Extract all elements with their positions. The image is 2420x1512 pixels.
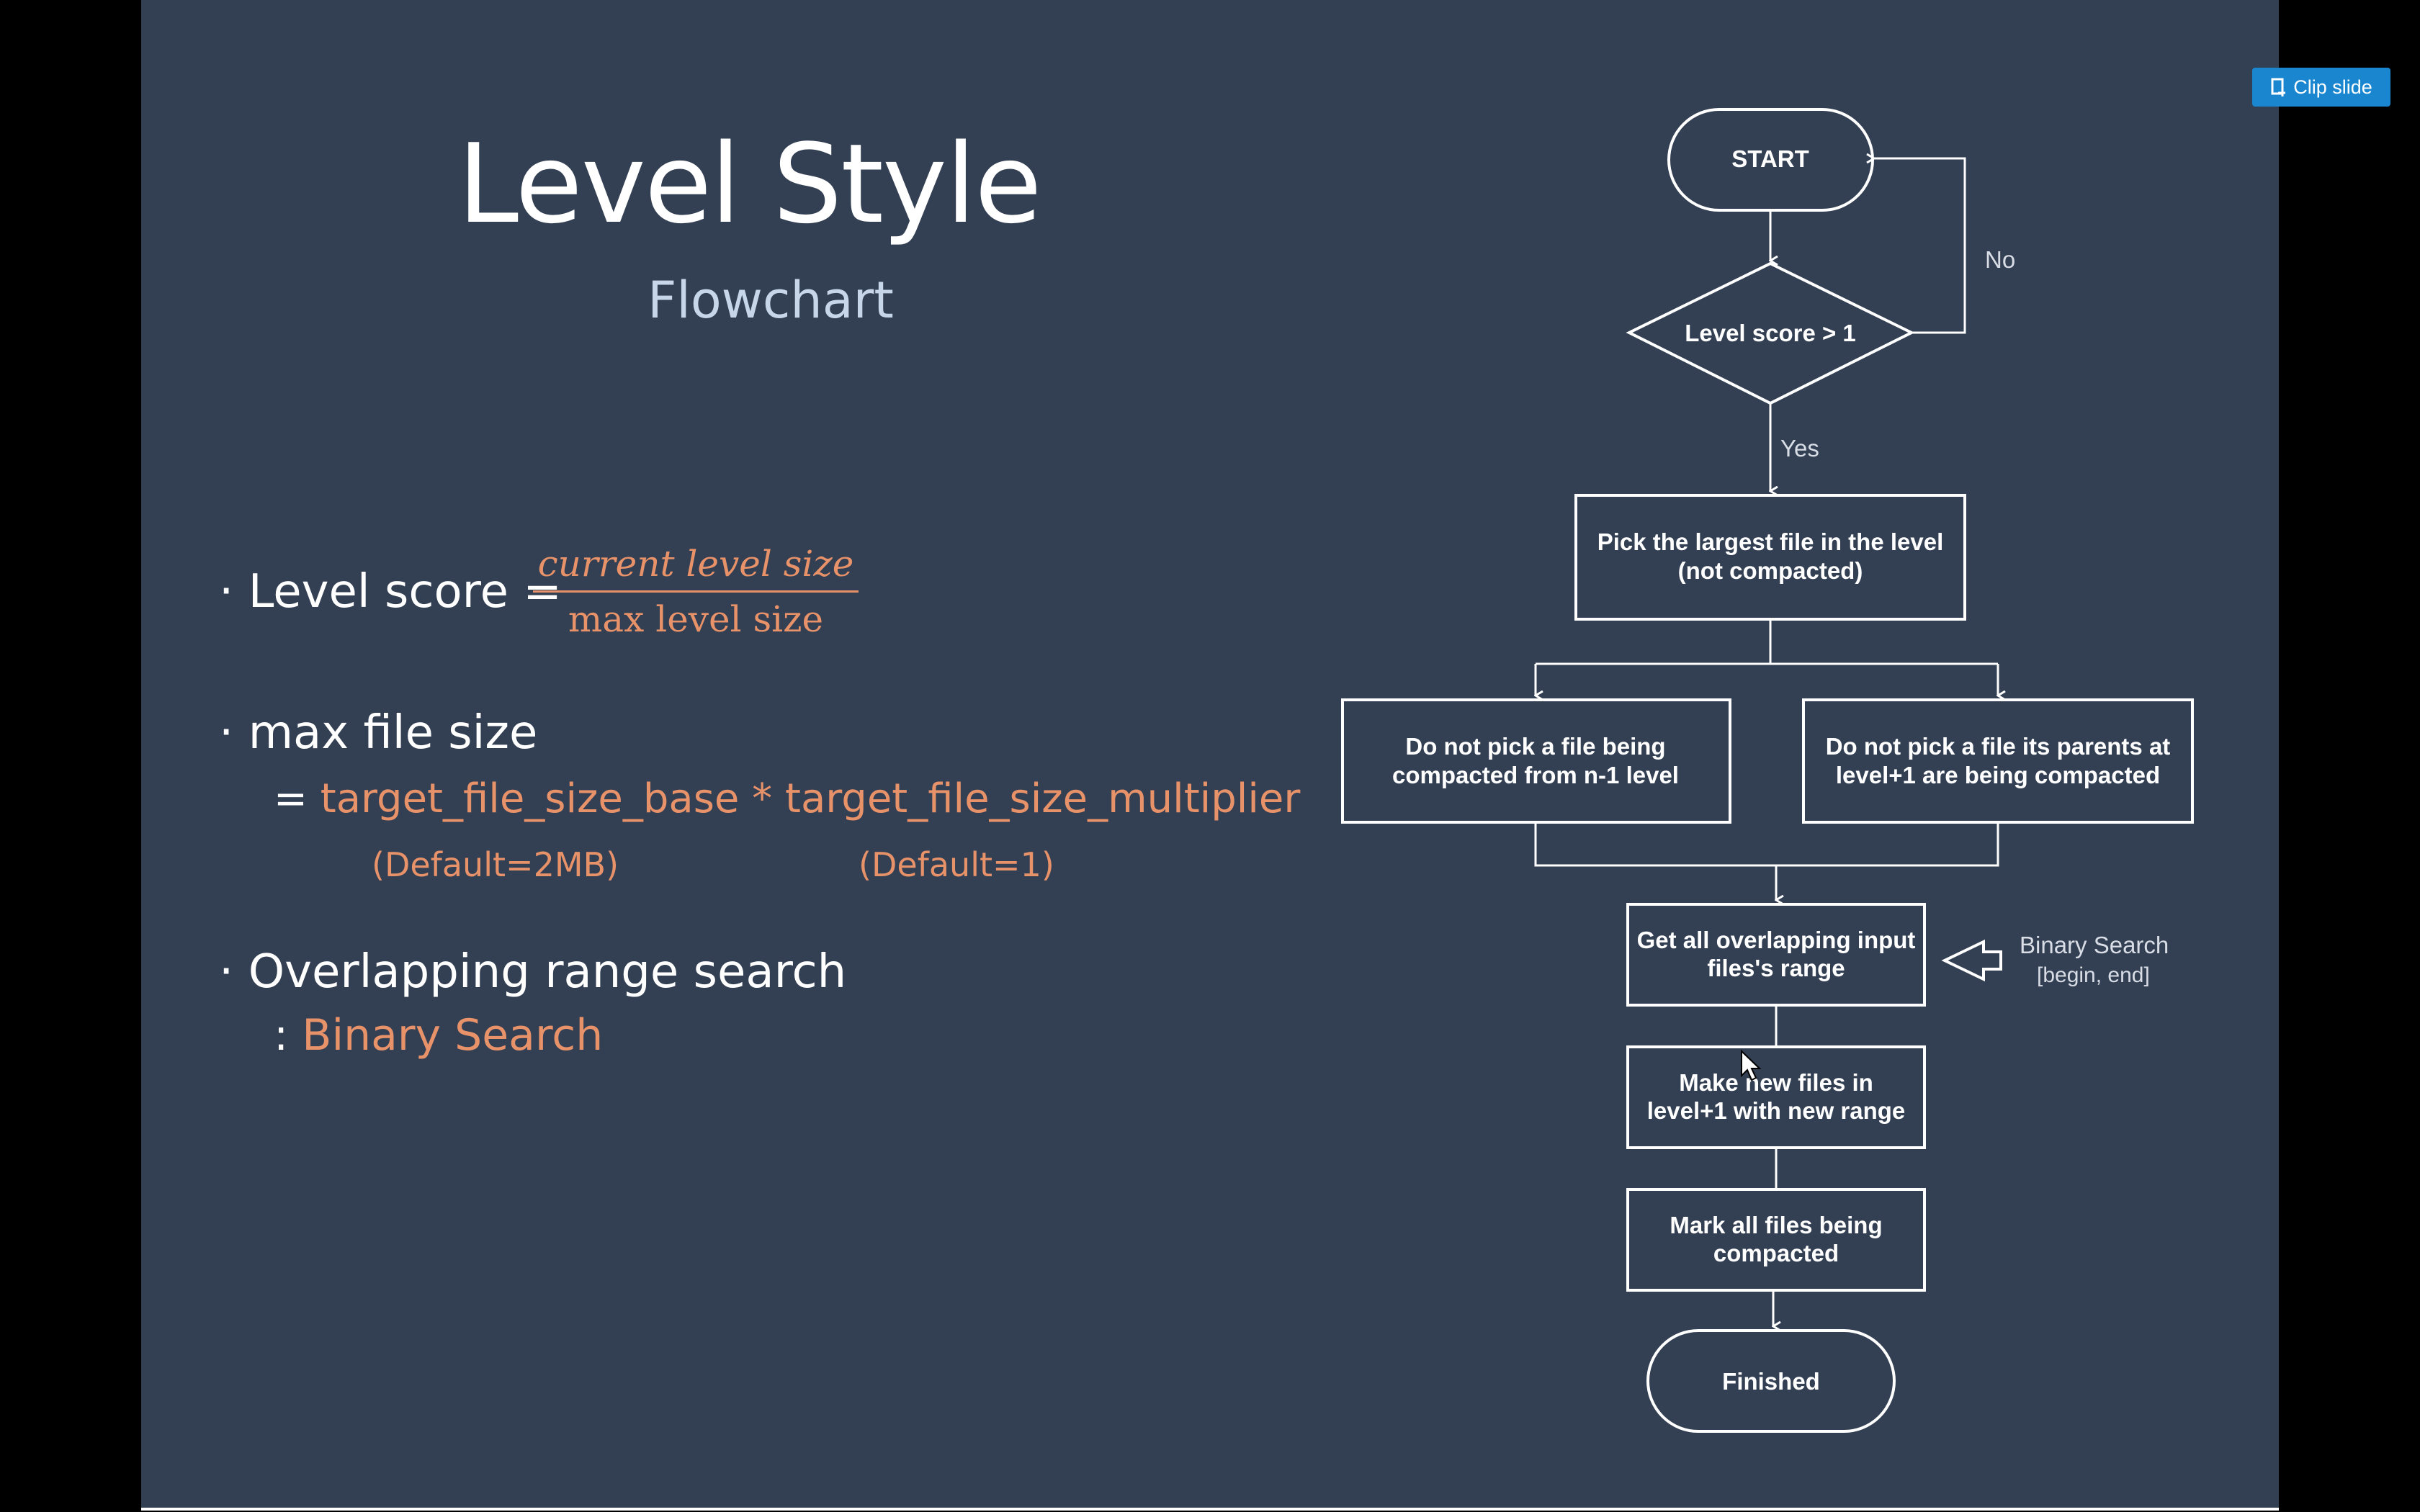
right-box-line1: Do not pick a file its parents at xyxy=(1826,733,2171,760)
right-box-line2: level+1 are being compacted xyxy=(1836,762,2160,788)
pick-label-line2: (not compacted) xyxy=(1678,557,1863,584)
left-box-line2: compacted from n-1 level xyxy=(1392,762,1679,788)
mark-line1: Mark all files being xyxy=(1670,1212,1882,1238)
merge-bar xyxy=(1534,822,1999,867)
start-label: START xyxy=(1731,145,1809,172)
pick-label-line1: Pick the largest file in the level xyxy=(1597,528,1944,555)
yes-label: Yes xyxy=(1780,435,1819,462)
no-label: No xyxy=(1985,246,2015,273)
parents-compacting-node xyxy=(1802,698,2194,824)
finished-label: Finished xyxy=(1722,1368,1820,1395)
arrow-no-loop xyxy=(1874,158,1966,334)
overlap-line1: Get all overlapping input xyxy=(1637,927,1916,953)
hollow-left-arrow-icon xyxy=(1941,939,2002,982)
left-box-line1: Do not pick a file being xyxy=(1405,733,1665,760)
overlap-line2: files's range xyxy=(1707,955,1845,981)
make-line1: Make new files in xyxy=(1679,1069,1873,1096)
binary-search-range: [begin, end] xyxy=(2037,963,2150,987)
make-line2: level+1 with new range xyxy=(1647,1097,1906,1124)
flowchart: START Level score > 1 No Yes Pick the la… xyxy=(1341,108,2194,1433)
not-compacting-n-1-node xyxy=(1341,698,1731,824)
decision-label: Level score > 1 xyxy=(1685,320,1856,346)
binary-search-annotation: Binary Search xyxy=(2020,932,2169,958)
mark-line2: compacted xyxy=(1713,1240,1839,1266)
